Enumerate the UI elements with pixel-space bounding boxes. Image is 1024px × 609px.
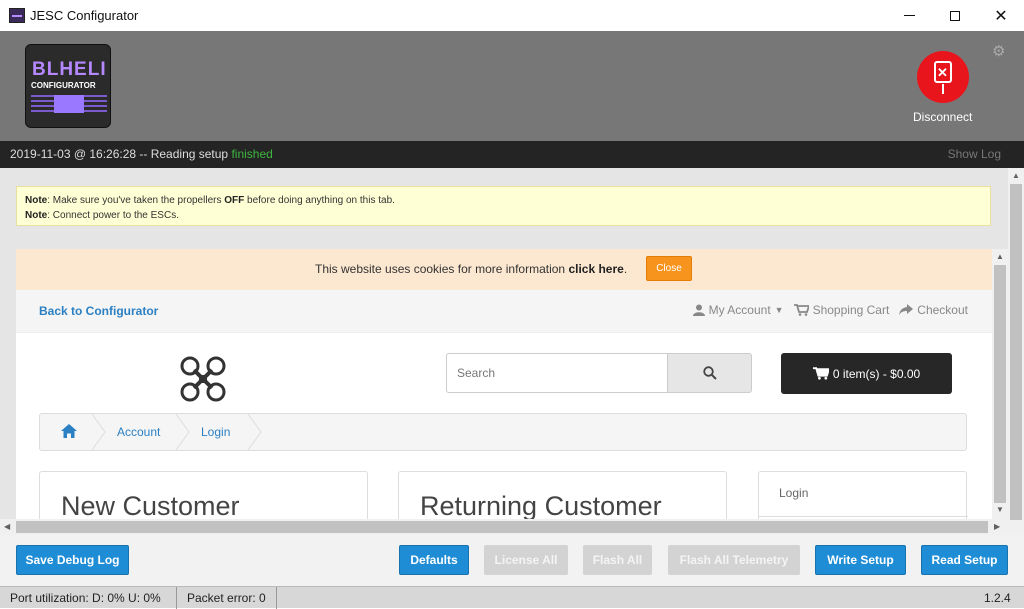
window-title: JESC Configurator bbox=[30, 8, 139, 23]
checkout-link[interactable]: Checkout bbox=[899, 303, 968, 317]
back-to-configurator-link[interactable]: Back to Configurator bbox=[39, 304, 158, 318]
note-line-2: Note: Connect power to the ESCs. bbox=[25, 210, 179, 221]
log-text: 2019-11-03 @ 16:26:28 -- Reading setup bbox=[10, 147, 232, 161]
app-icon bbox=[9, 8, 25, 23]
scroll-down-icon[interactable]: ▼ bbox=[996, 505, 1004, 514]
cookie-text: This website uses cookies for more infor… bbox=[315, 262, 628, 276]
web-scroll-thumb[interactable] bbox=[994, 265, 1006, 503]
title-bar: JESC Configurator ✕ bbox=[0, 0, 1024, 31]
defaults-button[interactable]: Defaults bbox=[399, 545, 469, 575]
drone-logo-icon bbox=[180, 356, 226, 402]
scroll-left-icon[interactable]: ◀ bbox=[4, 522, 10, 531]
maximize-icon bbox=[950, 10, 960, 21]
version-label: 1.2.4 bbox=[984, 591, 1011, 605]
logo-title: BLHELI bbox=[32, 59, 107, 80]
write-setup-button[interactable]: Write Setup bbox=[815, 545, 906, 575]
search-icon bbox=[702, 366, 717, 380]
breadcrumb-separator bbox=[248, 414, 262, 450]
log-bar: 2019-11-03 @ 16:26:28 -- Reading setup f… bbox=[0, 141, 1024, 168]
scroll-right-icon[interactable]: ▶ bbox=[994, 522, 1000, 531]
show-log-link[interactable]: Show Log bbox=[948, 147, 1001, 161]
shopping-cart-link[interactable]: Shopping Cart bbox=[793, 303, 889, 317]
breadcrumb-separator bbox=[92, 414, 106, 450]
page-vertical-scrollbar[interactable]: ▲ bbox=[1008, 168, 1024, 535]
horizontal-scroll-thumb[interactable] bbox=[16, 521, 988, 533]
log-message: 2019-11-03 @ 16:26:28 -- Reading setup f… bbox=[10, 147, 273, 161]
note-line-1: Note: Make sure you've taken the propell… bbox=[25, 195, 395, 206]
content-area: Note: Make sure you've taken the propell… bbox=[0, 168, 1008, 535]
status-bar: Port utilization: D: 0% U: 0% Packet err… bbox=[0, 586, 1024, 609]
caret-down-icon: ▼ bbox=[774, 305, 784, 315]
logo-chip bbox=[54, 95, 84, 113]
account-links: My Account ▼ Shopping Cart Checkout bbox=[692, 303, 968, 317]
maximize-button[interactable] bbox=[932, 0, 978, 31]
flash-all-telemetry-button[interactable]: Flash All Telemetry bbox=[668, 545, 800, 575]
search-input[interactable] bbox=[447, 354, 667, 392]
horizontal-scrollbar[interactable]: ◀ ▶ bbox=[0, 519, 1008, 535]
web-vertical-scrollbar[interactable]: ▲ ▼ bbox=[992, 249, 1008, 519]
user-icon bbox=[692, 304, 705, 316]
store-top-nav: Back to Configurator My Account ▼ Shoppi… bbox=[16, 290, 992, 333]
flash-all-button[interactable]: Flash All bbox=[583, 545, 652, 575]
disconnect-label[interactable]: Disconnect bbox=[913, 110, 972, 124]
usb-disconnect-icon bbox=[934, 61, 952, 83]
packet-error: Packet error: 0 bbox=[187, 591, 266, 605]
gear-icon[interactable]: ⚙ bbox=[992, 42, 1005, 60]
cart-button[interactable]: 0 item(s) - $0.00 bbox=[781, 353, 952, 394]
my-account-link[interactable]: My Account ▼ bbox=[692, 303, 784, 317]
save-debug-log-button[interactable]: Save Debug Log bbox=[16, 545, 129, 575]
side-menu-login[interactable]: Login bbox=[779, 486, 808, 500]
returning-customer-title: Returning Customer bbox=[420, 491, 662, 521]
page-scroll-thumb[interactable] bbox=[1010, 184, 1022, 520]
license-all-button[interactable]: License All bbox=[484, 545, 568, 575]
log-status: finished bbox=[231, 147, 273, 161]
scroll-up-icon[interactable]: ▲ bbox=[996, 252, 1004, 261]
close-button[interactable]: ✕ bbox=[978, 0, 1024, 31]
new-customer-title: New Customer bbox=[61, 491, 240, 521]
close-icon: ✕ bbox=[994, 7, 1008, 25]
web-frame: This website uses cookies for more infor… bbox=[16, 249, 992, 535]
cart-icon bbox=[812, 367, 829, 380]
minimize-button[interactable] bbox=[886, 0, 932, 31]
search-button[interactable] bbox=[667, 353, 752, 393]
cookie-link[interactable]: click here bbox=[568, 262, 623, 276]
read-setup-button[interactable]: Read Setup bbox=[921, 545, 1008, 575]
app-header: BLHELI CONFIGURATOR Disconnect ⚙ bbox=[0, 31, 1024, 141]
note-box: Note: Make sure you've taken the propell… bbox=[16, 186, 991, 226]
share-arrow-icon bbox=[899, 304, 914, 315]
breadcrumb-account[interactable]: Account bbox=[117, 425, 160, 439]
action-bar: Save Debug Log Defaults License All Flas… bbox=[0, 535, 1024, 586]
breadcrumb-separator bbox=[176, 414, 190, 450]
breadcrumb-login[interactable]: Login bbox=[201, 425, 230, 439]
disconnect-button[interactable] bbox=[917, 51, 969, 103]
blheli-logo: BLHELI CONFIGURATOR bbox=[25, 44, 111, 128]
cookie-bar: This website uses cookies for more infor… bbox=[16, 249, 992, 290]
logo-subtitle: CONFIGURATOR bbox=[31, 81, 96, 90]
port-utilization: Port utilization: D: 0% U: 0% bbox=[10, 591, 161, 605]
home-icon[interactable] bbox=[60, 423, 78, 439]
cookie-close-button[interactable]: Close bbox=[646, 256, 692, 281]
cart-summary: 0 item(s) - $0.00 bbox=[832, 366, 921, 381]
minimize-icon bbox=[903, 15, 915, 16]
cart-icon bbox=[793, 304, 809, 316]
scroll-up-icon[interactable]: ▲ bbox=[1012, 171, 1020, 180]
search-box bbox=[446, 353, 667, 393]
breadcrumb: Account Login bbox=[39, 413, 967, 451]
